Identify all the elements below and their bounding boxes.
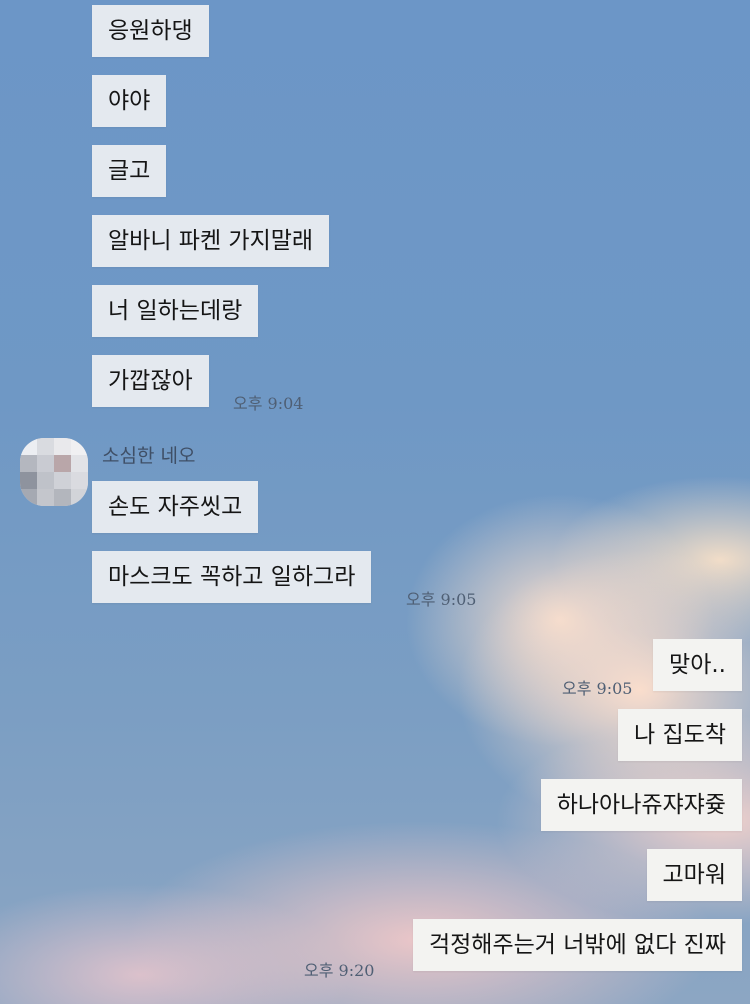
message-timestamp: 오후 9:04 xyxy=(233,394,304,413)
sender-name: 소심한 네오 xyxy=(102,445,196,467)
received-message[interactable]: 너 일하는데랑 xyxy=(92,285,259,337)
received-message[interactable]: 가깝잖아 xyxy=(92,355,209,407)
message-timestamp: 오후 9:05 xyxy=(406,590,477,609)
sent-message[interactable]: 걱정해주는거 너밖에 없다 진짜 xyxy=(412,919,742,971)
received-message[interactable]: 손도 자주씻고 xyxy=(92,481,259,533)
received-message[interactable]: 알바니 파켄 가지말래 xyxy=(92,215,330,267)
avatar[interactable] xyxy=(20,438,88,506)
sent-message[interactable]: 나 집도착 xyxy=(618,709,742,761)
sent-message[interactable]: 맞아.. xyxy=(653,639,742,691)
received-message[interactable]: 응원하댕 xyxy=(92,5,209,57)
sent-message[interactable]: 하나아나쥬쟈쟈즂 xyxy=(540,779,742,831)
received-message[interactable]: 야야 xyxy=(92,75,167,127)
message-timestamp: 오후 9:05 xyxy=(562,679,633,698)
sent-message[interactable]: 고마워 xyxy=(646,849,742,901)
received-message[interactable]: 글고 xyxy=(92,145,167,197)
received-message[interactable]: 마스크도 꼭하고 일하그라 xyxy=(92,551,372,603)
message-timestamp: 오후 9:20 xyxy=(304,961,375,980)
